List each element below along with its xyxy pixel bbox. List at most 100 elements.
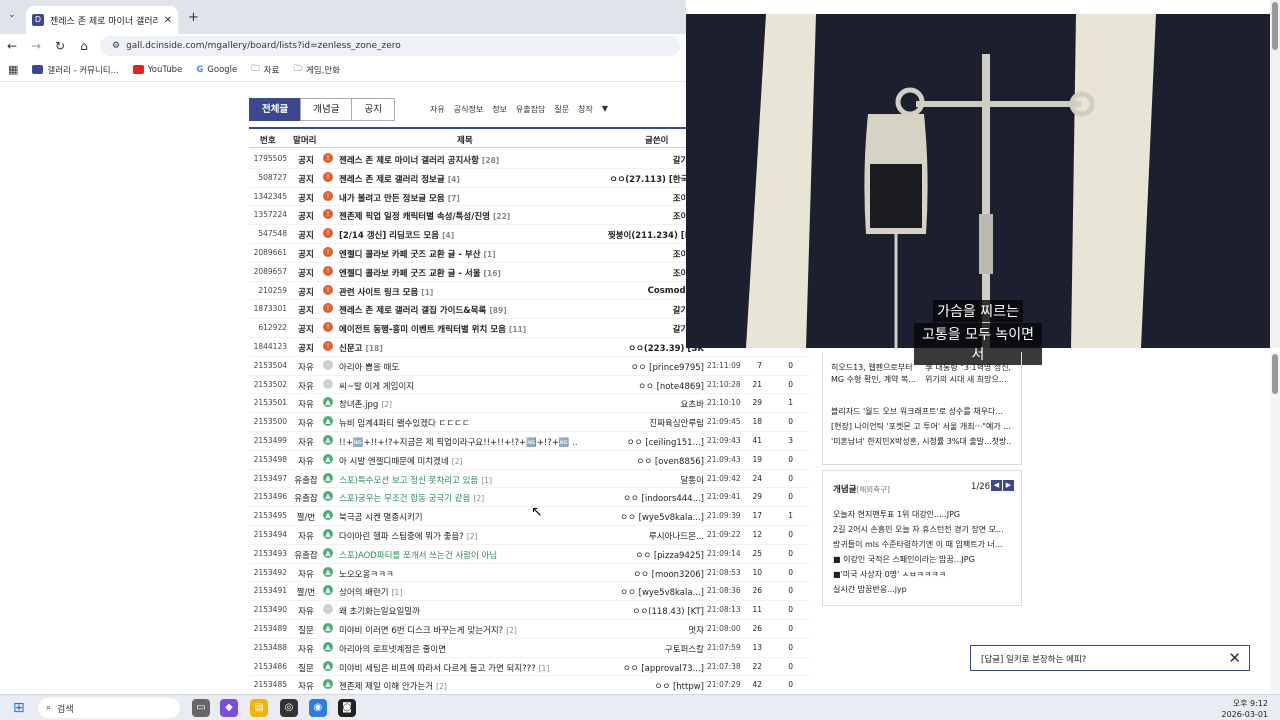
close-icon[interactable]: ✕ bbox=[1228, 649, 1241, 667]
post-subject[interactable]: 내가 볼려고 만든 정보글 모음 [7] bbox=[339, 192, 460, 204]
post-writer[interactable]: ㅇㅇ [ceiling151...] bbox=[604, 436, 704, 448]
back-icon[interactable]: ← bbox=[0, 39, 24, 53]
page-scrollbar[interactable] bbox=[1270, 352, 1280, 694]
table-row[interactable]: 2153497 유출잡 ▲ 스포)특수모션 보고 정신 못차리고 있음 [1] 달통이 21… bbox=[249, 470, 809, 489]
home-icon[interactable]: ⌂ bbox=[72, 39, 96, 53]
reply-notification[interactable]: [답글] 일키로 분장하는 에피? ✕ bbox=[970, 645, 1250, 671]
table-row[interactable]: 2153491 짤/번 ▲ 상어의 배란기 [1] ㅇㅇ [wye5v8kala...] 2… bbox=[249, 582, 809, 602]
app-icon[interactable]: ◎ bbox=[280, 699, 298, 717]
table-row[interactable]: 2153504 자유 · 아리아 뽑을 때도 ㅇㅇ [prince9795] 21:11:… bbox=[249, 357, 809, 376]
table-row[interactable]: 2153489 질문 ▲ 미야비 이러면 6번 디스크 바꾸는게 맞는거지? [2] 멋쟈… bbox=[249, 620, 809, 639]
bookmark-youtube[interactable]: YouTube bbox=[132, 65, 182, 75]
concept-item[interactable]: ■ 이강인 국적은 스페인이라는 밥꿈...JPG bbox=[833, 554, 975, 565]
post-writer[interactable]: ㅇㅇ [prince9795] bbox=[604, 361, 704, 373]
post-writer[interactable]: ㅇㅇ [pizza9425] bbox=[604, 549, 705, 561]
comment-count[interactable]: [2] bbox=[436, 682, 447, 691]
post-subject[interactable]: 젠레스 존 제로 갤러리 갤집 가이드&목록 [89] bbox=[339, 304, 507, 316]
comment-count[interactable]: [2] bbox=[381, 400, 392, 409]
post-writer[interactable]: 요츠바 bbox=[604, 398, 704, 410]
news-item[interactable]: '미혼남녀' 한지민X박성훈, 시청률 3%대 출발...첫방... bbox=[831, 436, 1011, 447]
table-row[interactable]: 2153490 자유 · 왜 초기화는일요일밀까 ㅇㅇ(118.43) [KT] 21:0… bbox=[249, 601, 809, 620]
post-subject[interactable]: 스포)특수모션 보고 정신 못차리고 있음 [1] bbox=[339, 474, 492, 486]
windows-start-icon[interactable]: ⊞ bbox=[13, 700, 25, 716]
concept-item[interactable]: 실시간 밥꿈반응...jyp bbox=[833, 584, 907, 595]
table-row[interactable]: 2153498 자유 ▲ 아 시발 엔젤디때문에 미치겠네 [2] ㅇㅇ [oven885… bbox=[249, 451, 809, 470]
comment-count[interactable]: [1] bbox=[484, 250, 496, 259]
next-page-icon[interactable]: ▶ bbox=[1003, 480, 1014, 491]
bookmark-folder-resources[interactable]: 🗀 자료 bbox=[251, 63, 279, 77]
file-explorer-icon[interactable]: ▤ bbox=[250, 699, 268, 717]
post-writer[interactable]: ㅇㅇ [moon3206] bbox=[604, 568, 704, 580]
taskbar-search[interactable]: ⌕ 검색 bbox=[38, 698, 180, 718]
post-writer[interactable]: ㅇㅇ [httpw] bbox=[604, 680, 704, 692]
apps-icon[interactable]: ▦ bbox=[8, 63, 18, 76]
head-filter-info[interactable]: 정보 bbox=[492, 104, 507, 115]
post-writer[interactable]: 달통이 bbox=[604, 474, 704, 486]
post-subject[interactable]: 북극곰 시켄 멸종시키기 bbox=[339, 511, 423, 523]
news-item[interactable]: 블리자드 '월드 오브 워크래프트'로 성수를 채우다... bbox=[831, 406, 1011, 417]
post-subject[interactable]: 엔젤디 콜라보 카페 굿즈 교환 글 - 부산 [1] bbox=[339, 248, 496, 260]
comment-count[interactable]: [2] bbox=[452, 457, 463, 466]
video-frame[interactable] bbox=[686, 14, 1270, 348]
table-row[interactable]: 2153486 질문 ▲ 미야비 세팅은 비프에 따라서 다르게 들고 가면 되지??… bbox=[249, 658, 809, 677]
post-subject[interactable]: 젠레스 존 제로 갤러리 정보글 [4] bbox=[339, 173, 460, 185]
tab-concept-posts[interactable]: 개념글 bbox=[300, 98, 353, 121]
head-filter-leak[interactable]: 유출잡담 bbox=[516, 104, 545, 115]
comment-count[interactable]: [1] bbox=[539, 664, 550, 673]
post-subject[interactable]: 스포)AOD파티를 쪼개서 쓰는건 사람이 아님 bbox=[339, 549, 497, 561]
post-subject[interactable]: 젠레스 존 제로 마이너 갤러리 공지사항 [28] bbox=[339, 154, 499, 166]
concept-item[interactable]: 2길 2어시 손흥민 오늘 자 휴스턴전 경기 장면 모... bbox=[833, 524, 1004, 535]
post-subject[interactable]: 씨~발 이게 게임이지 bbox=[339, 380, 414, 392]
news-top-right[interactable]: 李 대통령 "3·1혁명 정신, 위기의 시대 새 희망으... bbox=[925, 362, 1015, 388]
post-subject[interactable]: 아리아 뽑을 때도 bbox=[339, 361, 399, 373]
browser-tab[interactable]: D 젠레스 존 제로 마이너 갤러리 ✕ bbox=[26, 6, 178, 34]
post-writer[interactable]: 루시아나드몬... bbox=[604, 530, 704, 542]
post-subject[interactable]: 창녀촌.jpg [2] bbox=[339, 398, 392, 410]
post-subject[interactable]: 젠존제 제일 이해 안가는거 [2] bbox=[339, 680, 447, 692]
post-subject[interactable]: 관련 사이트 링크 모음 [1] bbox=[339, 286, 433, 298]
forward-icon[interactable]: → bbox=[24, 39, 48, 53]
tab-list-dropdown-icon[interactable]: ⌄ bbox=[8, 10, 16, 20]
youtube-miniplayer[interactable] bbox=[686, 0, 1280, 348]
comment-count[interactable]: [2] bbox=[467, 532, 478, 541]
post-subject[interactable]: 미야비 세팅은 비프에 따라서 다르게 들고 가면 되지??? [1] bbox=[339, 662, 549, 674]
table-row[interactable]: 2153495 짤/번 ▲ 북극곰 시켄 멸종시키기 ㅇㅇ [wye5v8kala...… bbox=[249, 507, 809, 526]
concept-item[interactable]: ■'미국 사상자 0명' ㅅㅂㅋㅋㅋㅋ bbox=[833, 569, 946, 580]
post-subject[interactable]: !!+🆖+!!+!?+지금은 제 픽업이라구요!!+!!+!?+🆖+!?+🆖 .… bbox=[339, 436, 577, 448]
post-subject[interactable]: 다이아린 헬파 스팀중에 뭐가 좋음? [2] bbox=[339, 530, 477, 542]
head-filter-official[interactable]: 공식정보 bbox=[454, 104, 483, 115]
post-subject[interactable]: 아리아의 로프넷계정은 줄이면 bbox=[339, 643, 446, 655]
copilot-icon[interactable]: ◆ bbox=[220, 699, 238, 717]
comment-count[interactable]: [22] bbox=[493, 212, 510, 221]
post-subject[interactable]: 미야비 이러면 6번 디스크 바꾸는게 맞는거지? [2] bbox=[339, 624, 517, 636]
bookmark-gallery[interactable]: 갤러리 - 커뮤니티... bbox=[32, 64, 119, 76]
chat-app-icon[interactable]: ◙ bbox=[338, 699, 356, 717]
head-filter-free[interactable]: 자유 bbox=[430, 104, 445, 115]
post-writer[interactable]: ㅇㅇ [wye5v8kala...] bbox=[604, 586, 704, 598]
comment-count[interactable]: [2] bbox=[506, 626, 517, 635]
comment-count[interactable]: [1] bbox=[421, 288, 433, 297]
table-row[interactable]: 2153488 자유 ▲ 아리아의 로프넷계정은 줄이면 구토퍼스칼 21:07:59 13… bbox=[249, 639, 809, 658]
reload-icon[interactable]: ↻ bbox=[48, 39, 72, 53]
post-writer[interactable]: ㅇㅇ [wye5v8kala...] bbox=[604, 511, 704, 523]
prev-page-icon[interactable]: ◀ bbox=[991, 480, 1002, 491]
head-filter-question[interactable]: 질문 bbox=[554, 104, 569, 115]
table-row[interactable]: 2153493 유출잡 ▲ 스포)AOD파티를 쪼개서 쓰는건 사람이 아님 ㅇㅇ [p… bbox=[249, 545, 809, 564]
post-writer[interactable]: ㅇㅇ(118.43) [KT] bbox=[604, 605, 704, 617]
comment-count[interactable]: [7] bbox=[448, 194, 460, 203]
task-view-icon[interactable]: ▭ bbox=[192, 699, 210, 717]
head-filter-creative[interactable]: 창작 bbox=[578, 104, 593, 115]
post-writer[interactable]: 진짜육심안루림 bbox=[604, 417, 704, 429]
video-scrollbar[interactable] bbox=[1270, 0, 1280, 348]
table-row[interactable]: 2153499 자유 ▲ !!+🆖+!!+!?+지금은 제 픽업이라구요!!+!!+!… bbox=[249, 432, 809, 451]
post-subject[interactable]: 에이전트 동행-흥미 이벤트 캐릭터별 위치 모음 [11] bbox=[339, 323, 526, 335]
more-filters-icon[interactable]: ▼ bbox=[602, 104, 608, 115]
post-subject[interactable]: 노오오옹ㅋㅋㅋ bbox=[339, 568, 394, 580]
comment-count[interactable]: [16] bbox=[484, 269, 501, 278]
news-top-left[interactable]: 히오드13, 웹펜으로부터 MG 수형 확인, 계약 복... bbox=[831, 362, 917, 388]
comment-count[interactable]: [11] bbox=[509, 325, 526, 334]
bookmark-google[interactable]: G Google bbox=[196, 65, 237, 75]
tab-all-posts[interactable]: 전체글 bbox=[249, 98, 302, 121]
table-row[interactable]: 2153496 유출잡 ▲ 스포)궁우는 무조건 합동 궁극기 같음 [2] ㅇㅇ [in… bbox=[249, 488, 809, 508]
post-writer[interactable]: 멋쟈 bbox=[604, 624, 704, 636]
